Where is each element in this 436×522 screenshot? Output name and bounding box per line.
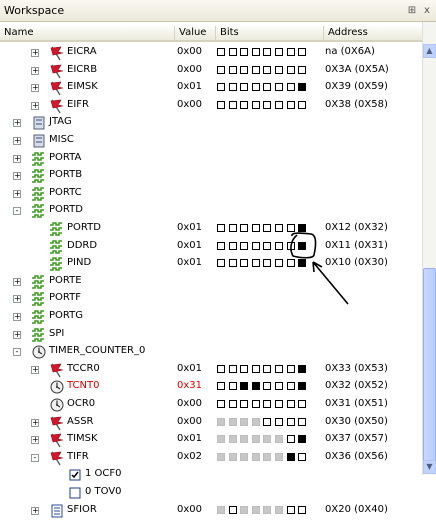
bit-box[interactable] [228, 505, 237, 514]
bit-box [275, 505, 283, 514]
check-off-icon[interactable] [67, 485, 83, 501]
bit-box [217, 505, 225, 514]
bit-box [251, 505, 260, 514]
expand-icon[interactable]: + [31, 506, 39, 515]
bit-box[interactable] [286, 505, 295, 514]
row-name: 0 TOV0 [85, 486, 122, 497]
annotation-overlay [290, 232, 349, 305]
row-address: 0X20 (0X40) [325, 503, 388, 515]
row-name: SFIOR [67, 503, 97, 515]
annotation-circle [290, 232, 317, 259]
tree-row[interactable]: + SFIOR 0x00 0X20 (0X40) [0, 502, 422, 520]
annotation-arrow [312, 261, 349, 305]
tree-row[interactable]: 0 TOV0 [0, 484, 422, 502]
row-value[interactable]: 0x00 [177, 504, 202, 515]
doc-icon [49, 503, 65, 519]
bit-box[interactable] [298, 505, 307, 514]
bit-box [263, 505, 272, 514]
bit-box [240, 505, 249, 514]
